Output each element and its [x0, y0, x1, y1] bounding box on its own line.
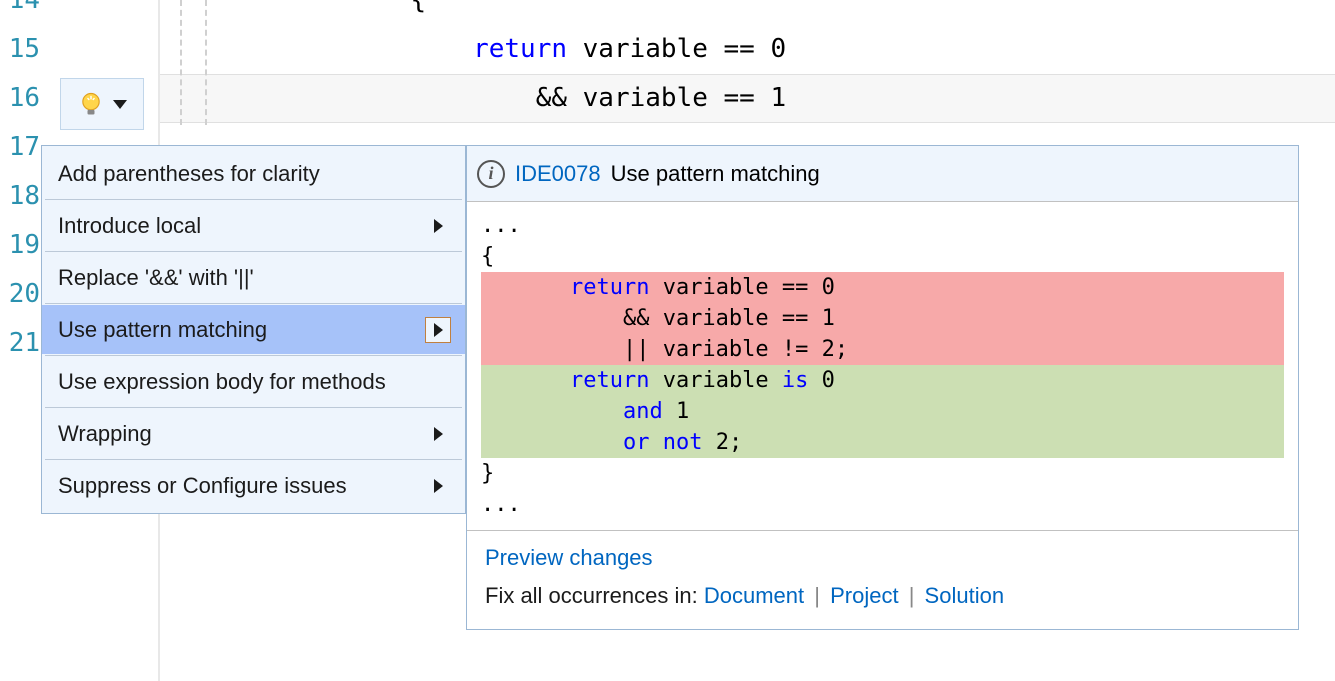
- code-line[interactable]: {: [160, 0, 1335, 25]
- menu-item-replace-with[interactable]: Replace '&&' with '||': [42, 253, 465, 302]
- diff-context-line: }: [481, 458, 1284, 489]
- diff-context-line: {: [481, 241, 1284, 272]
- diff-removed-line: || variable != 2;: [481, 334, 1284, 365]
- fix-scope-solution[interactable]: Solution: [925, 583, 1005, 608]
- line-number: 15: [0, 25, 40, 74]
- menu-separator: [45, 407, 462, 408]
- chevron-right-icon: [425, 473, 451, 499]
- menu-item-suppress-or-configure-issues[interactable]: Suppress or Configure issues: [42, 461, 465, 510]
- code-editor: 1415161718192021 { return variable == 0 …: [0, 0, 1335, 681]
- line-number: 14: [0, 0, 40, 25]
- chevron-right-icon: [425, 317, 451, 343]
- preview-changes-link[interactable]: Preview changes: [485, 545, 653, 570]
- line-number-gutter: 1415161718192021: [0, 0, 46, 368]
- chevron-right-icon: [425, 213, 451, 239]
- diff-added-line: return variable is 0: [481, 365, 1284, 396]
- quick-actions-lightbulb[interactable]: [60, 78, 144, 130]
- link-separator: |: [808, 583, 826, 608]
- menu-separator: [45, 251, 462, 252]
- code-line[interactable]: return variable == 0: [160, 25, 1335, 74]
- menu-item-label: Use expression body for methods: [58, 369, 386, 395]
- info-icon: i: [477, 160, 505, 188]
- diff-added-line: or not 2;: [481, 427, 1284, 458]
- fix-all-label: Fix all occurrences in:: [485, 583, 698, 608]
- menu-item-label: Replace '&&' with '||': [58, 265, 254, 291]
- code-area[interactable]: { return variable == 0 && variable == 1: [160, 0, 1335, 123]
- menu-item-label: Wrapping: [58, 421, 152, 447]
- menu-item-add-parentheses-for-clarity[interactable]: Add parentheses for clarity: [42, 149, 465, 198]
- menu-separator: [45, 459, 462, 460]
- menu-item-wrapping[interactable]: Wrapping: [42, 409, 465, 458]
- line-number: 16: [0, 74, 40, 123]
- diff-context-line: ...: [481, 489, 1284, 520]
- preview-header: i IDE0078 Use pattern matching: [467, 146, 1298, 202]
- chevron-right-icon: [425, 421, 451, 447]
- menu-item-use-pattern-matching[interactable]: Use pattern matching: [42, 305, 465, 354]
- menu-separator: [45, 355, 462, 356]
- menu-separator: [45, 199, 462, 200]
- line-number: 19: [0, 221, 40, 270]
- line-number: 18: [0, 172, 40, 221]
- fix-scope-project[interactable]: Project: [830, 583, 898, 608]
- diff-removed-line: && variable == 1: [481, 303, 1284, 334]
- diff-removed-line: return variable == 0: [481, 272, 1284, 303]
- menu-item-use-expression-body-for-methods[interactable]: Use expression body for methods: [42, 357, 465, 406]
- preview-footer: Preview changes Fix all occurrences in: …: [467, 530, 1298, 629]
- menu-separator: [45, 303, 462, 304]
- diagnostic-id[interactable]: IDE0078: [515, 161, 601, 187]
- diff-context-line: ...: [481, 210, 1284, 241]
- code-fix-preview-panel: i IDE0078 Use pattern matching ...{ retu…: [466, 145, 1299, 630]
- chevron-down-icon: [113, 100, 127, 109]
- menu-item-introduce-local[interactable]: Introduce local: [42, 201, 465, 250]
- fix-scope-document[interactable]: Document: [704, 583, 804, 608]
- link-separator: |: [903, 583, 921, 608]
- menu-item-label: Introduce local: [58, 213, 201, 239]
- line-number: 17: [0, 123, 40, 172]
- line-number: 20: [0, 270, 40, 319]
- diff-preview: ...{ return variable == 0 && variable ==…: [467, 202, 1298, 530]
- menu-item-label: Use pattern matching: [58, 317, 267, 343]
- lightbulb-icon: [77, 90, 105, 118]
- diff-added-line: and 1: [481, 396, 1284, 427]
- diagnostic-title: Use pattern matching: [611, 161, 820, 187]
- menu-item-label: Add parentheses for clarity: [58, 161, 320, 187]
- menu-item-label: Suppress or Configure issues: [58, 473, 347, 499]
- quick-actions-menu: Add parentheses for clarity Introduce loc…: [41, 145, 466, 514]
- line-number: 21: [0, 319, 40, 368]
- code-line[interactable]: && variable == 1: [160, 74, 1335, 123]
